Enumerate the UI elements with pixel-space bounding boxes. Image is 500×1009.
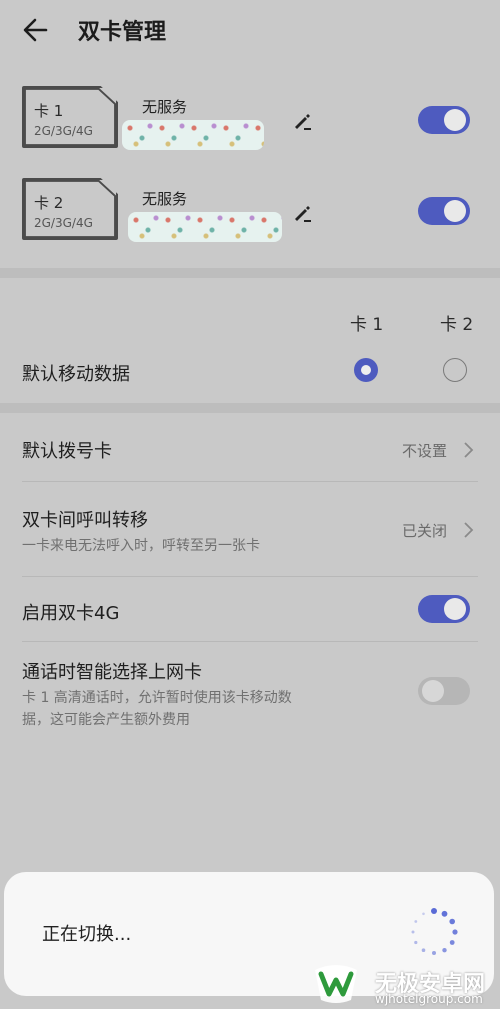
smart-select-row: 通话时智能选择上网卡 卡 1 高清通话时，允许暂时使用该卡移动数 据，这可能会产… <box>0 642 500 742</box>
watermark-url: wjhotelgroup.com <box>375 992 483 1006</box>
chevron-right-icon <box>464 522 474 538</box>
edit-icon[interactable] <box>292 110 314 132</box>
section-divider <box>0 403 500 413</box>
call-forward-row[interactable]: 双卡间呼叫转移 一卡来电无法呼入时，呼转至另一张卡 已关闭 <box>0 482 500 576</box>
edit-icon[interactable] <box>292 202 314 224</box>
default-dial-row[interactable]: 默认拨号卡 不设置 <box>0 413 500 481</box>
switching-text: 正在切换... <box>42 924 132 945</box>
column-header-sim2: 卡 2 <box>440 315 474 335</box>
sim-name: 卡 1 <box>34 102 64 120</box>
sim1-toggle[interactable] <box>418 106 470 134</box>
mobile-data-section: 卡 1 卡 2 默认移动数据 <box>0 278 500 403</box>
dual-4g-row: 启用双卡4G <box>0 577 500 641</box>
loading-spinner-icon <box>411 908 458 955</box>
chevron-right-icon <box>464 442 474 458</box>
phone-number-redacted <box>128 212 282 242</box>
sim-card-icon: 卡 1 2G/3G/4G <box>22 86 118 148</box>
phone-number-redacted <box>122 120 264 150</box>
call-forward-label: 双卡间呼叫转移 <box>22 510 148 531</box>
page-title: 双卡管理 <box>78 20 167 45</box>
call-forward-desc: 一卡来电无法呼入时，呼转至另一张卡 <box>22 538 260 554</box>
dual-4g-label: 启用双卡4G <box>22 603 120 624</box>
watermark-logo-icon <box>315 965 357 1003</box>
back-arrow-icon[interactable] <box>20 10 60 50</box>
smart-select-label: 通话时智能选择上网卡 <box>22 662 202 683</box>
sim-network: 2G/3G/4G <box>34 216 93 230</box>
sim-card-icon: 卡 2 2G/3G/4G <box>22 178 118 240</box>
sim-name: 卡 2 <box>34 194 64 212</box>
dual-4g-toggle[interactable] <box>418 595 470 623</box>
smart-select-desc-2: 据，这可能会产生额外费用 <box>22 712 190 728</box>
call-forward-value: 已关闭 <box>402 522 448 540</box>
column-header-sim1: 卡 1 <box>350 315 384 335</box>
sim-row-2: 卡 2 2G/3G/4G 无服务 <box>0 172 500 252</box>
default-dial-value: 不设置 <box>402 442 448 460</box>
sim-network: 2G/3G/4G <box>34 124 93 138</box>
app-header: 双卡管理 <box>0 0 500 60</box>
smart-select-desc-1: 卡 1 高清通话时，允许暂时使用该卡移动数 <box>22 690 292 706</box>
watermark: 无极安卓网 wjhotelgroup.com <box>305 954 500 1009</box>
sim-service-status: 无服务 <box>142 98 188 116</box>
sim2-toggle[interactable] <box>418 197 470 225</box>
radio-sim2[interactable] <box>443 358 467 382</box>
sim-row-1: 卡 1 2G/3G/4G 无服务 <box>0 80 500 160</box>
radio-sim1[interactable] <box>354 358 378 382</box>
mobile-data-label: 默认移动数据 <box>22 364 130 385</box>
section-divider <box>0 268 500 278</box>
sim-service-status: 无服务 <box>142 190 188 208</box>
smart-select-toggle[interactable] <box>418 677 470 705</box>
default-dial-label: 默认拨号卡 <box>22 441 112 462</box>
